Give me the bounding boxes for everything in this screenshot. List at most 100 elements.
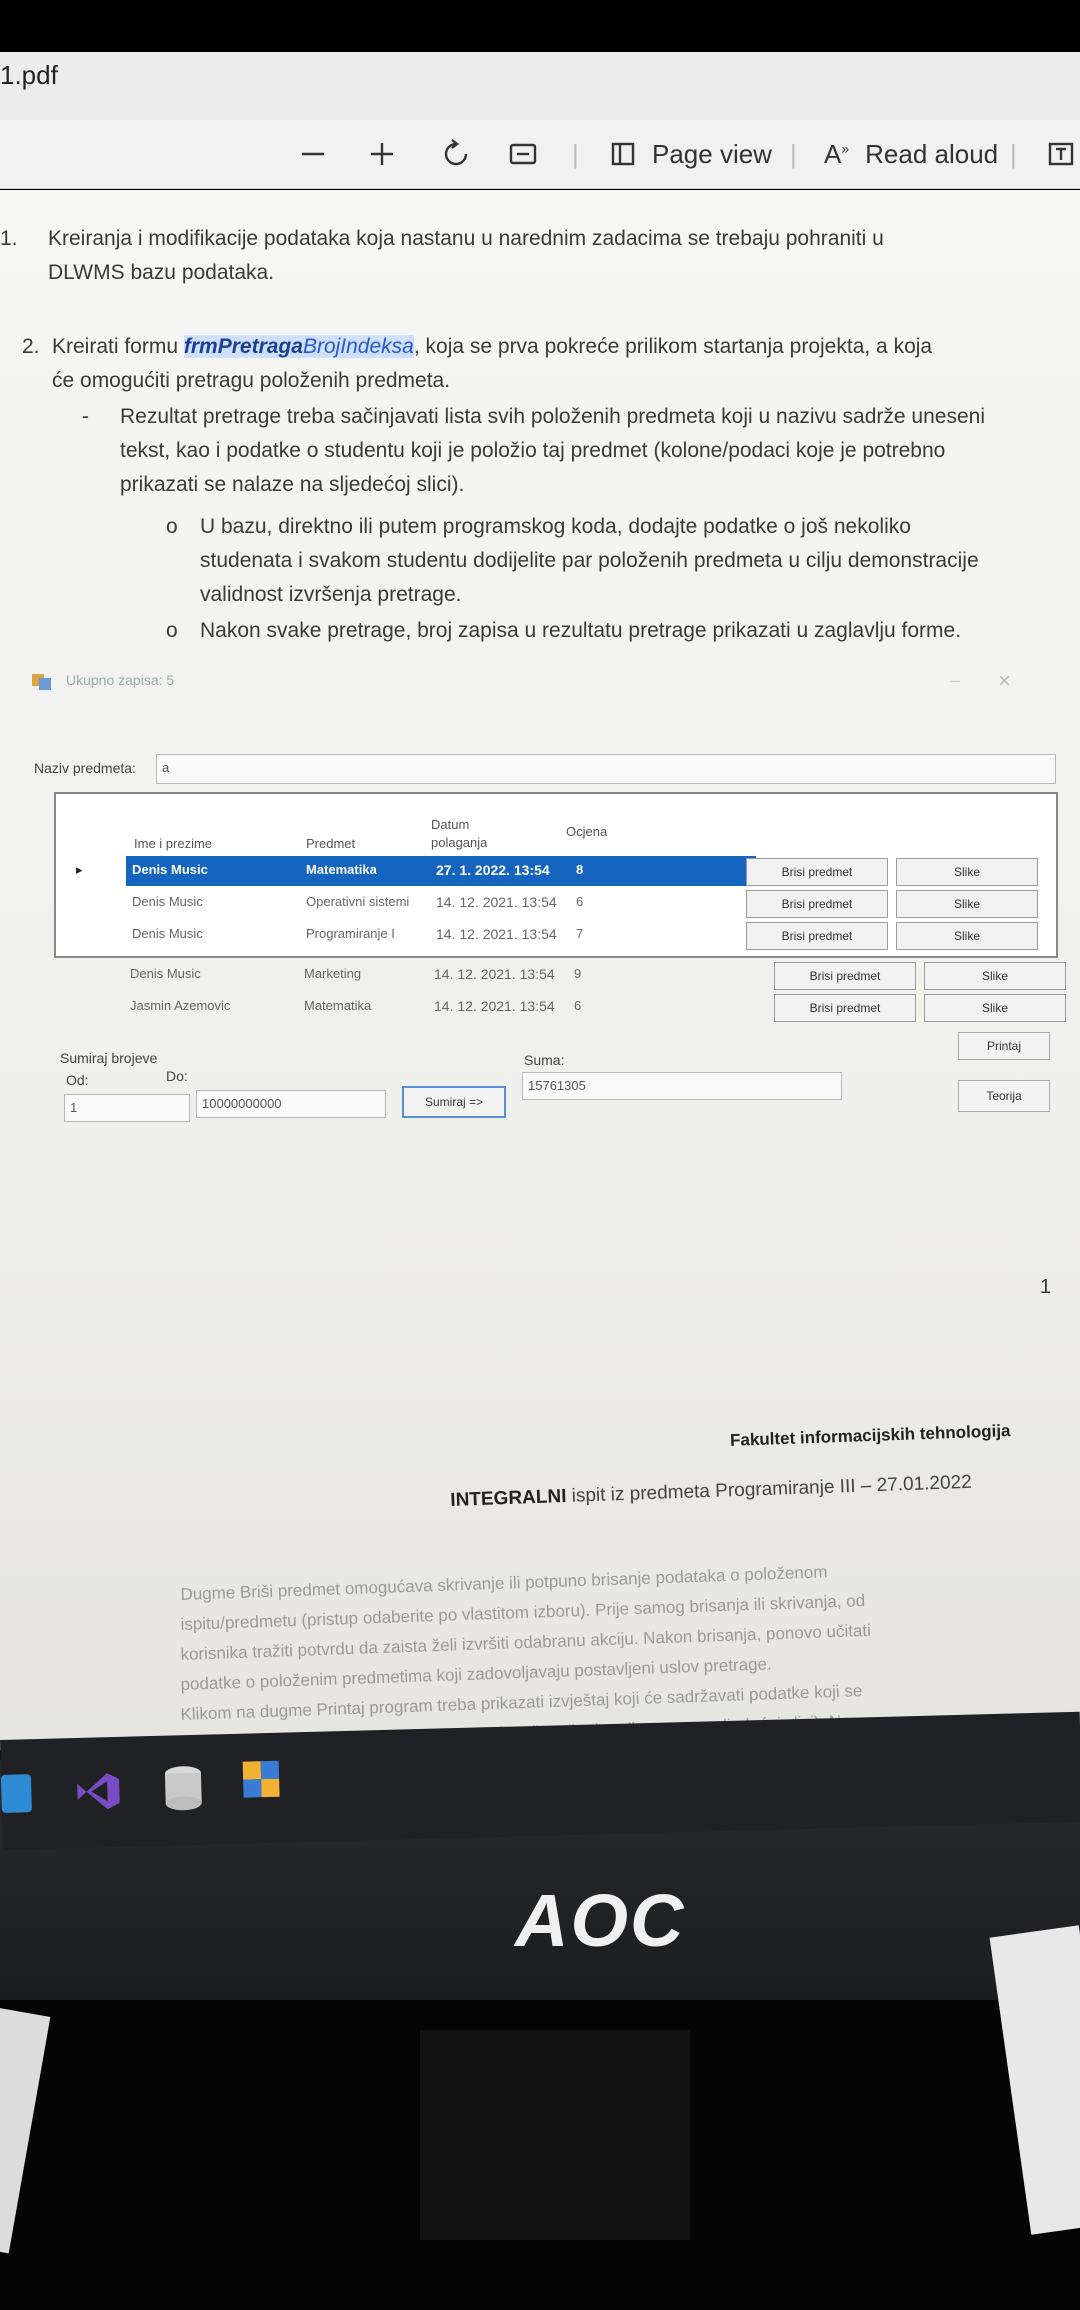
table-row[interactable]: Denis Music Marketing 14. 12. 2021. 13:5… xyxy=(84,960,744,990)
sum-output: 15761305 xyxy=(522,1072,842,1100)
print-button[interactable]: Printaj xyxy=(958,1032,1050,1060)
item2-suffix: , koja se prva pokreće prilikom startanj… xyxy=(413,335,933,358)
images-button[interactable]: Slike xyxy=(896,890,1038,918)
sum-button[interactable]: Sumiraj => xyxy=(402,1086,506,1118)
pdf-page: 1. Kreiranja i modifikacije podataka koj… xyxy=(0,190,1080,1754)
delete-subject-button[interactable]: Brisi predmet xyxy=(774,994,916,1022)
table-row[interactable]: Jasmin Azemovic Matematika 14. 12. 2021.… xyxy=(84,992,744,1022)
rotate-icon xyxy=(444,139,468,166)
cell-grade: 8 xyxy=(576,862,584,877)
exam-type: INTEGRALNI xyxy=(450,1485,567,1511)
page-number: 1 xyxy=(1040,1276,1052,1298)
bullet1-line3: validnost izvršenja pretrage. xyxy=(200,583,462,606)
sub1-line2: tekst, kao i podatke o studentu koji je … xyxy=(120,439,946,462)
bullet2-line1: Nakon svake pretrage, broj zapisa u rezu… xyxy=(200,619,962,642)
bullet1-line1: U bazu, direktno ili putem programskog k… xyxy=(200,515,911,538)
delete-subject-button[interactable]: Brisi predmet xyxy=(774,962,916,990)
cell-date: 14. 12. 2021. 13:54 xyxy=(434,998,555,1014)
cell-name: Jasmin Azemovic xyxy=(130,998,231,1013)
cell-grade: 6 xyxy=(574,998,582,1013)
cell-subject: Matematika xyxy=(306,862,377,877)
row-indicator: ▸ xyxy=(76,862,83,877)
read-aloud-icon: A» xyxy=(824,138,850,169)
pdf-toolbar: | Page view | A» Read aloud | xyxy=(0,120,1080,189)
to-label: Do: xyxy=(166,1068,188,1084)
threads-button[interactable]: Teorija xyxy=(958,1080,1050,1112)
images-button[interactable]: Slike xyxy=(896,858,1038,886)
read-aloud-button[interactable]: A» Read aloud xyxy=(824,130,998,178)
cell-date: 27. 1. 2022. 13:54 xyxy=(436,862,550,878)
cell-grade: 6 xyxy=(576,894,584,909)
cell-grade: 7 xyxy=(576,926,584,941)
app-icon[interactable] xyxy=(241,1759,282,1805)
bullet-marker: o xyxy=(166,515,178,538)
text-box-icon xyxy=(1048,142,1074,166)
page-view-button[interactable]: Page view xyxy=(608,130,772,178)
delete-subject-button[interactable]: Brisi predmet xyxy=(746,890,888,918)
search-input[interactable]: a xyxy=(156,754,1056,784)
from-label: Od: xyxy=(66,1072,89,1088)
plus-icon xyxy=(371,143,393,165)
read-aloud-label: Read aloud xyxy=(865,138,999,169)
cell-subject: Programiranje I xyxy=(306,926,395,941)
faculty-name: Fakultet informacijskih tehnologija xyxy=(729,1421,1011,1450)
item2-text-line1: Kreirati formu frmPretragaBrojIndeksa, k… xyxy=(52,330,932,364)
background-object xyxy=(0,2006,51,2254)
monitor-stand xyxy=(420,2030,690,2240)
zoom-out-button[interactable] xyxy=(298,130,328,178)
search-label: Naziv predmeta: xyxy=(34,760,136,776)
toolbar-divider: | xyxy=(572,138,579,169)
images-button[interactable]: Slike xyxy=(924,994,1066,1022)
cell-date: 14. 12. 2021. 13:54 xyxy=(436,894,557,910)
sum-label: Suma: xyxy=(524,1052,565,1068)
delete-subject-button[interactable]: Brisi predmet xyxy=(746,858,888,886)
zoom-in-button[interactable] xyxy=(367,130,397,178)
delete-subject-button[interactable]: Brisi predmet xyxy=(746,922,888,950)
visual-studio-icon[interactable] xyxy=(71,1767,126,1821)
to-input[interactable]: 10000000000 xyxy=(196,1090,386,1118)
cell-name: Denis Music xyxy=(130,966,201,981)
cell-name: Denis Music xyxy=(132,894,203,909)
cell-name: Denis Music xyxy=(132,862,208,877)
page-view-label: Page view xyxy=(652,138,772,169)
item-number: 2. xyxy=(22,335,40,358)
page-view-icon xyxy=(611,142,635,166)
cell-name: Denis Music xyxy=(132,926,203,941)
form-app-icon xyxy=(30,670,56,692)
fit-page-icon xyxy=(509,143,537,165)
item2-text-line2: će omogućiti pretragu položenih predmeta… xyxy=(52,369,451,392)
phone-status-area xyxy=(0,0,1080,52)
document-title: 1.pdf xyxy=(0,60,58,90)
form-minimize-button[interactable]: – xyxy=(950,670,960,691)
sub1-line3: prikazati se nalaze na sljedećoj slici). xyxy=(120,473,465,496)
item1-text-line1: Kreiranja i modifikacije podataka koja n… xyxy=(48,227,884,250)
from-input[interactable]: 1 xyxy=(64,1094,190,1122)
rotate-button[interactable] xyxy=(440,130,472,178)
form-close-button[interactable]: × xyxy=(998,668,1011,694)
images-button[interactable]: Slike xyxy=(896,922,1038,950)
cell-date: 14. 12. 2021. 13:54 xyxy=(434,966,555,982)
results-grid: Ime i prezime Predmet Datum polaganja Oc… xyxy=(54,792,1058,958)
item-number: 1. xyxy=(0,227,18,250)
table-row[interactable]: Denis Music Operativni sistemi 14. 12. 2… xyxy=(86,888,746,918)
table-row[interactable]: ▸ Denis Music Matematika 27. 1. 2022. 13… xyxy=(76,856,756,886)
column-header: Ime i prezime xyxy=(134,836,213,851)
sub1-line1: Rezultat pretrage treba sačinjavati list… xyxy=(120,405,985,428)
column-header: Ocjena xyxy=(566,824,608,839)
minus-icon xyxy=(302,152,324,156)
database-icon[interactable] xyxy=(161,1763,206,1819)
images-button[interactable]: Slike xyxy=(924,962,1066,990)
cell-grade: 9 xyxy=(574,966,582,981)
text-options-button[interactable] xyxy=(1046,130,1076,178)
cell-subject: Matematika xyxy=(304,998,372,1013)
mail-icon[interactable] xyxy=(0,1774,32,1813)
table-row[interactable]: Denis Music Programiranje I 14. 12. 2021… xyxy=(86,920,746,950)
dash-marker: - xyxy=(82,405,89,428)
bullet-marker: o xyxy=(166,619,178,642)
fit-page-button[interactable] xyxy=(507,130,539,178)
form-screenshot: Ukupno zapisa: 5 – × Naziv predmeta: a I… xyxy=(30,668,1066,1150)
cell-date: 14. 12. 2021. 13:54 xyxy=(436,926,557,942)
item2-prefix: Kreirati formu xyxy=(52,335,184,358)
form-name-bold: frmPretraga xyxy=(183,335,303,358)
cell-subject: Operativni sistemi xyxy=(306,894,410,909)
